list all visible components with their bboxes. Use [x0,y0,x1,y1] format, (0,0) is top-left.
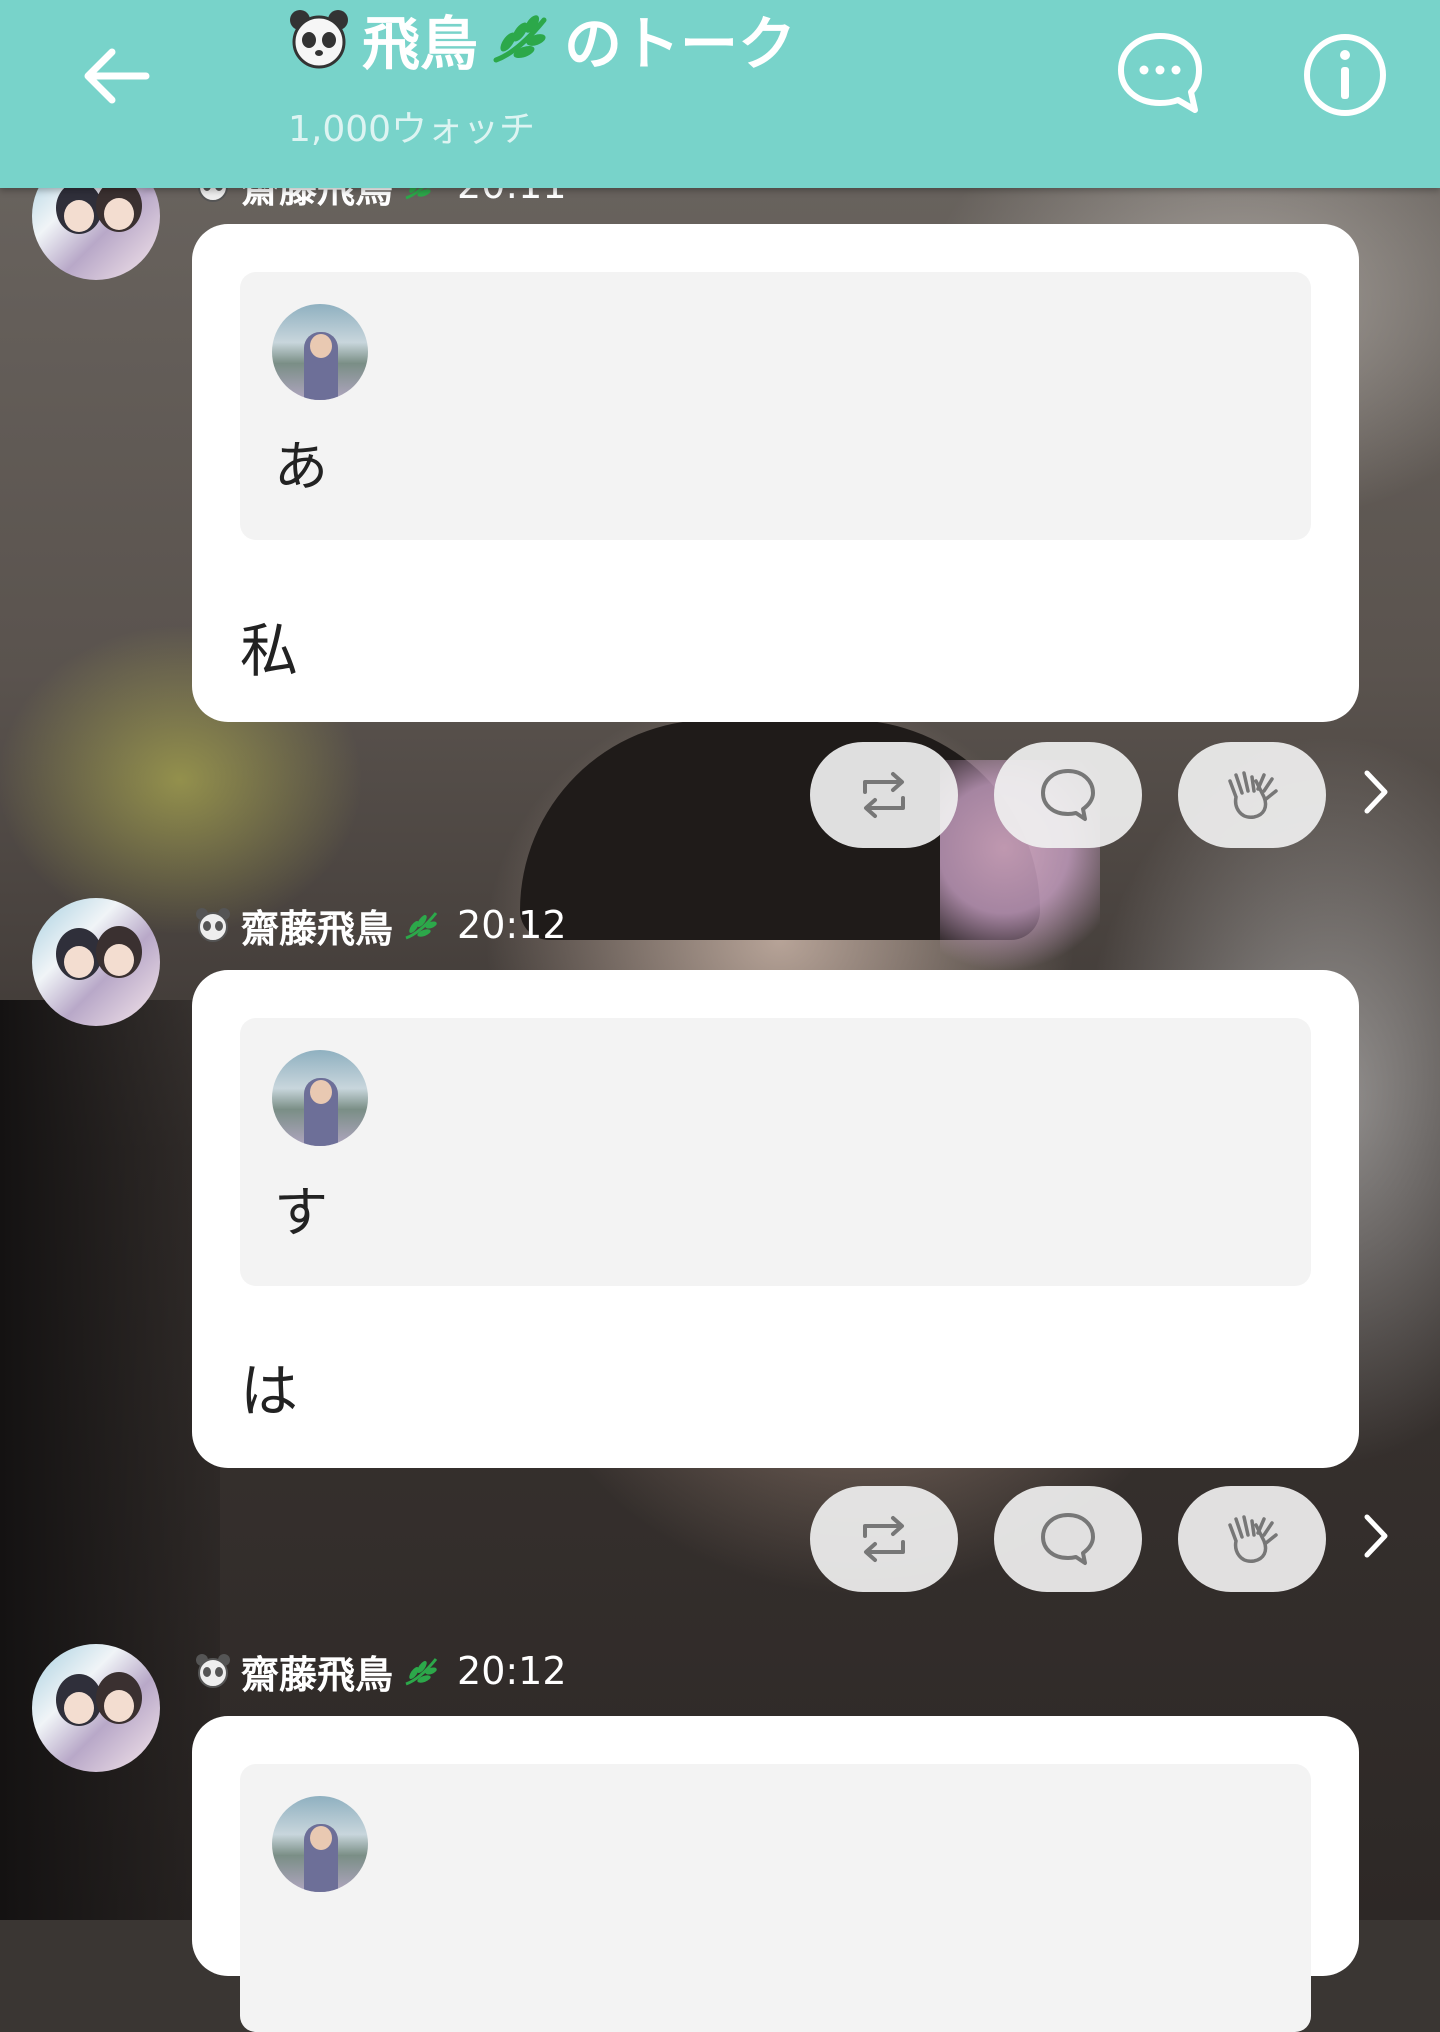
leaf-badge-icon [405,1658,438,1686]
panda-icon [196,908,230,942]
repost-button[interactable] [810,1486,958,1592]
comment-bubble-icon [1041,1513,1095,1565]
message-card[interactable] [192,1716,1359,2032]
message-meta: 齋藤飛鳥 20:12 [195,900,567,951]
clap-hands-icon [1228,771,1278,819]
message-meta: 齋藤飛鳥 20:12 [195,1646,567,1697]
sender-name: 齋藤飛鳥 [241,1652,394,1697]
more-button[interactable] [1356,1506,1396,1566]
clap-button[interactable] [1178,1486,1326,1592]
quoted-avatar [272,304,368,400]
panda-icon [290,10,348,69]
message-time: 20:12 [457,903,567,947]
message-card[interactable]: あ 私 [192,224,1359,722]
comment-bubble-icon [1041,769,1095,821]
watch-count: 1,000ウォッチ [288,109,536,150]
title-suffix: のトーク [564,10,797,78]
back-button[interactable] [70,36,160,116]
more-button[interactable] [1356,762,1396,822]
header-bar: 飛鳥 のトーク 1,000ウォッチ [0,0,1440,188]
quoted-avatar [272,1050,368,1146]
background-shadow [0,1000,220,1920]
quoted-avatar [272,1796,368,1892]
info-button[interactable] [1300,30,1390,120]
repost-icon [863,772,905,818]
quoted-message[interactable] [240,1764,1311,2032]
chat-button[interactable] [1115,30,1205,120]
title-name: 飛鳥 [362,10,479,78]
message-text: は [240,1357,299,1425]
comment-button[interactable] [994,1486,1142,1592]
message-time: 20:12 [457,1649,567,1693]
arrow-left-icon [84,48,150,104]
leaf-badge-icon [405,912,438,940]
repost-button[interactable] [810,742,958,848]
sender-avatar[interactable] [32,898,160,1026]
repost-icon [863,1516,905,1562]
page-title: 飛鳥 のトーク [288,4,796,78]
quoted-text: あ [274,435,328,498]
clap-hands-icon [1228,1515,1278,1563]
comment-button[interactable] [994,742,1142,848]
info-icon [1304,34,1386,116]
speech-bubble-dots-icon [1118,33,1202,113]
clap-button[interactable] [1178,742,1326,848]
quoted-message[interactable]: す [240,1018,1311,1286]
chevron-right-icon [1364,770,1388,814]
sender-name: 齋藤飛鳥 [241,906,394,951]
quoted-message[interactable]: あ [240,272,1311,540]
panda-icon [196,1654,230,1688]
message-text: 私 [240,617,299,685]
chevron-right-icon [1364,1514,1388,1558]
message-card[interactable]: す は [192,970,1359,1468]
leaf-badge-icon [493,15,547,63]
quoted-text: す [274,1181,328,1244]
sender-avatar[interactable] [32,1644,160,1772]
